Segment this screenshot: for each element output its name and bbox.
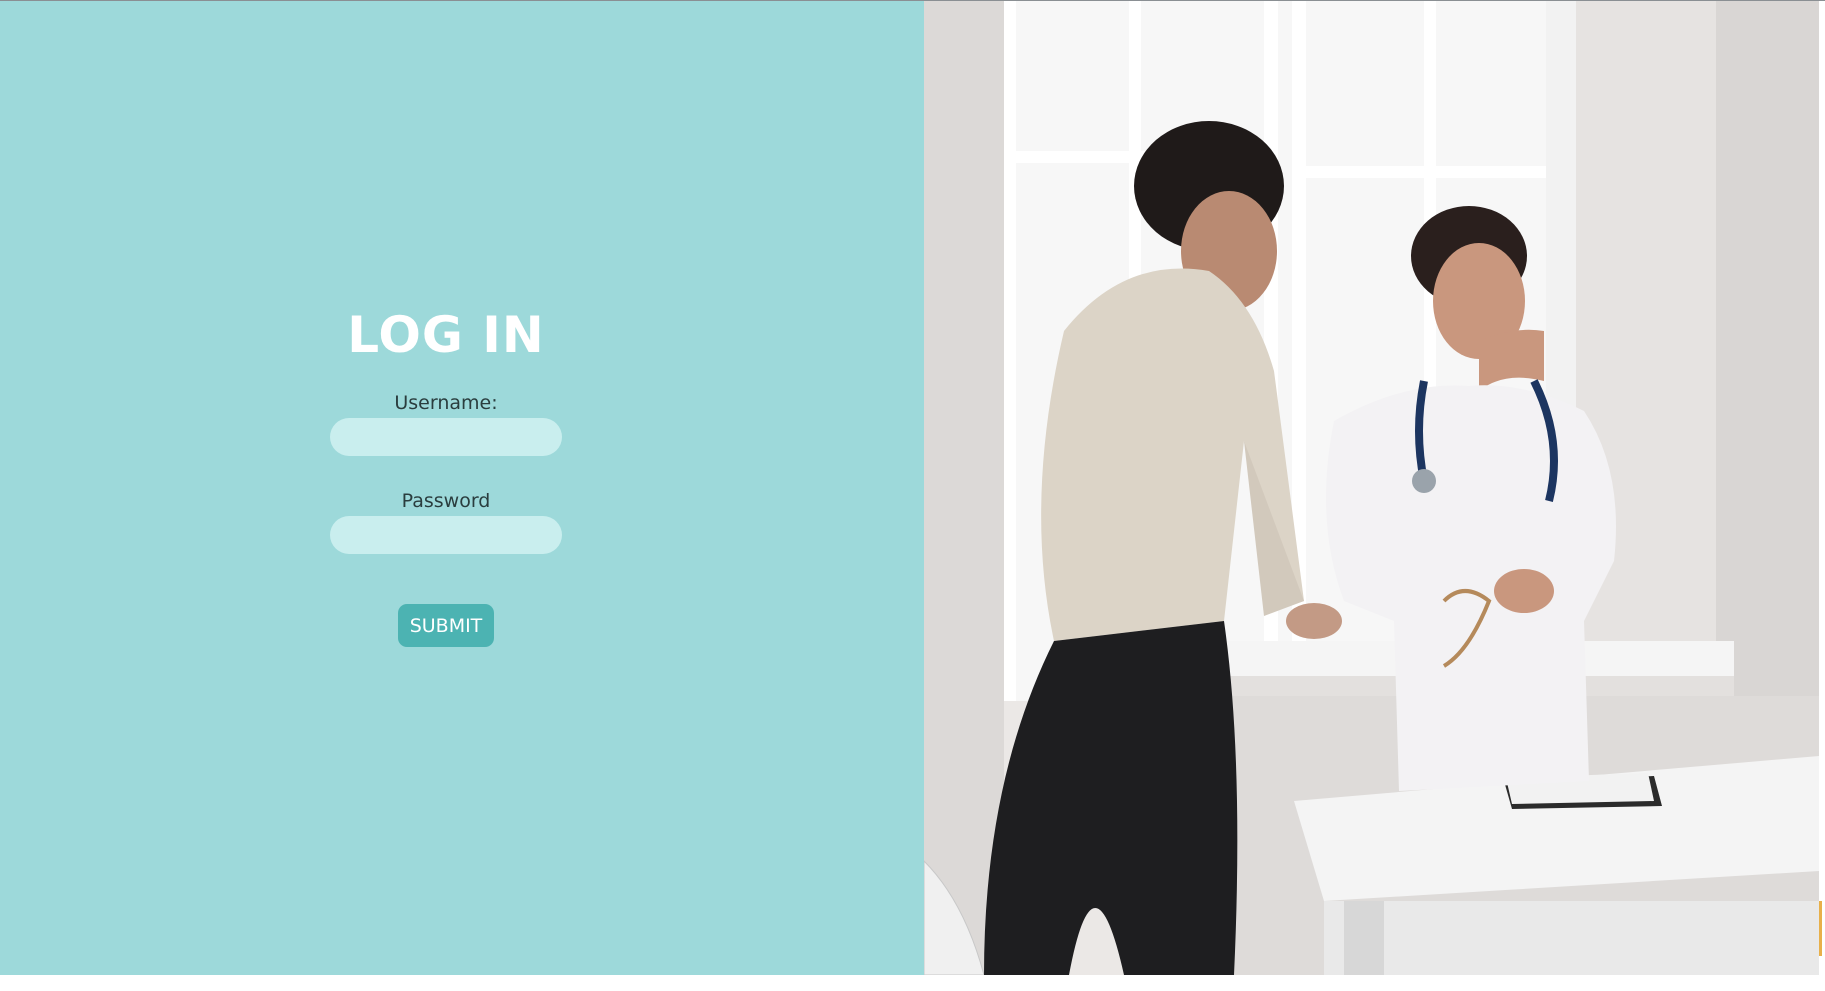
right-edge xyxy=(1819,1,1825,975)
doctor-patient-photo xyxy=(924,1,1819,975)
edge-mark xyxy=(1819,901,1822,956)
page-title: LOG IN xyxy=(347,306,545,364)
username-label: Username: xyxy=(394,392,498,414)
login-form: LOG IN Username: Password SUBMIT xyxy=(286,1,606,975)
password-input[interactable] xyxy=(330,516,562,554)
password-label: Password xyxy=(401,490,491,512)
submit-button[interactable]: SUBMIT xyxy=(398,604,494,647)
doctor-patient-handshake-image xyxy=(924,1,1819,975)
login-panel: LOG IN Username: Password SUBMIT xyxy=(0,1,924,975)
username-input[interactable] xyxy=(330,418,562,456)
